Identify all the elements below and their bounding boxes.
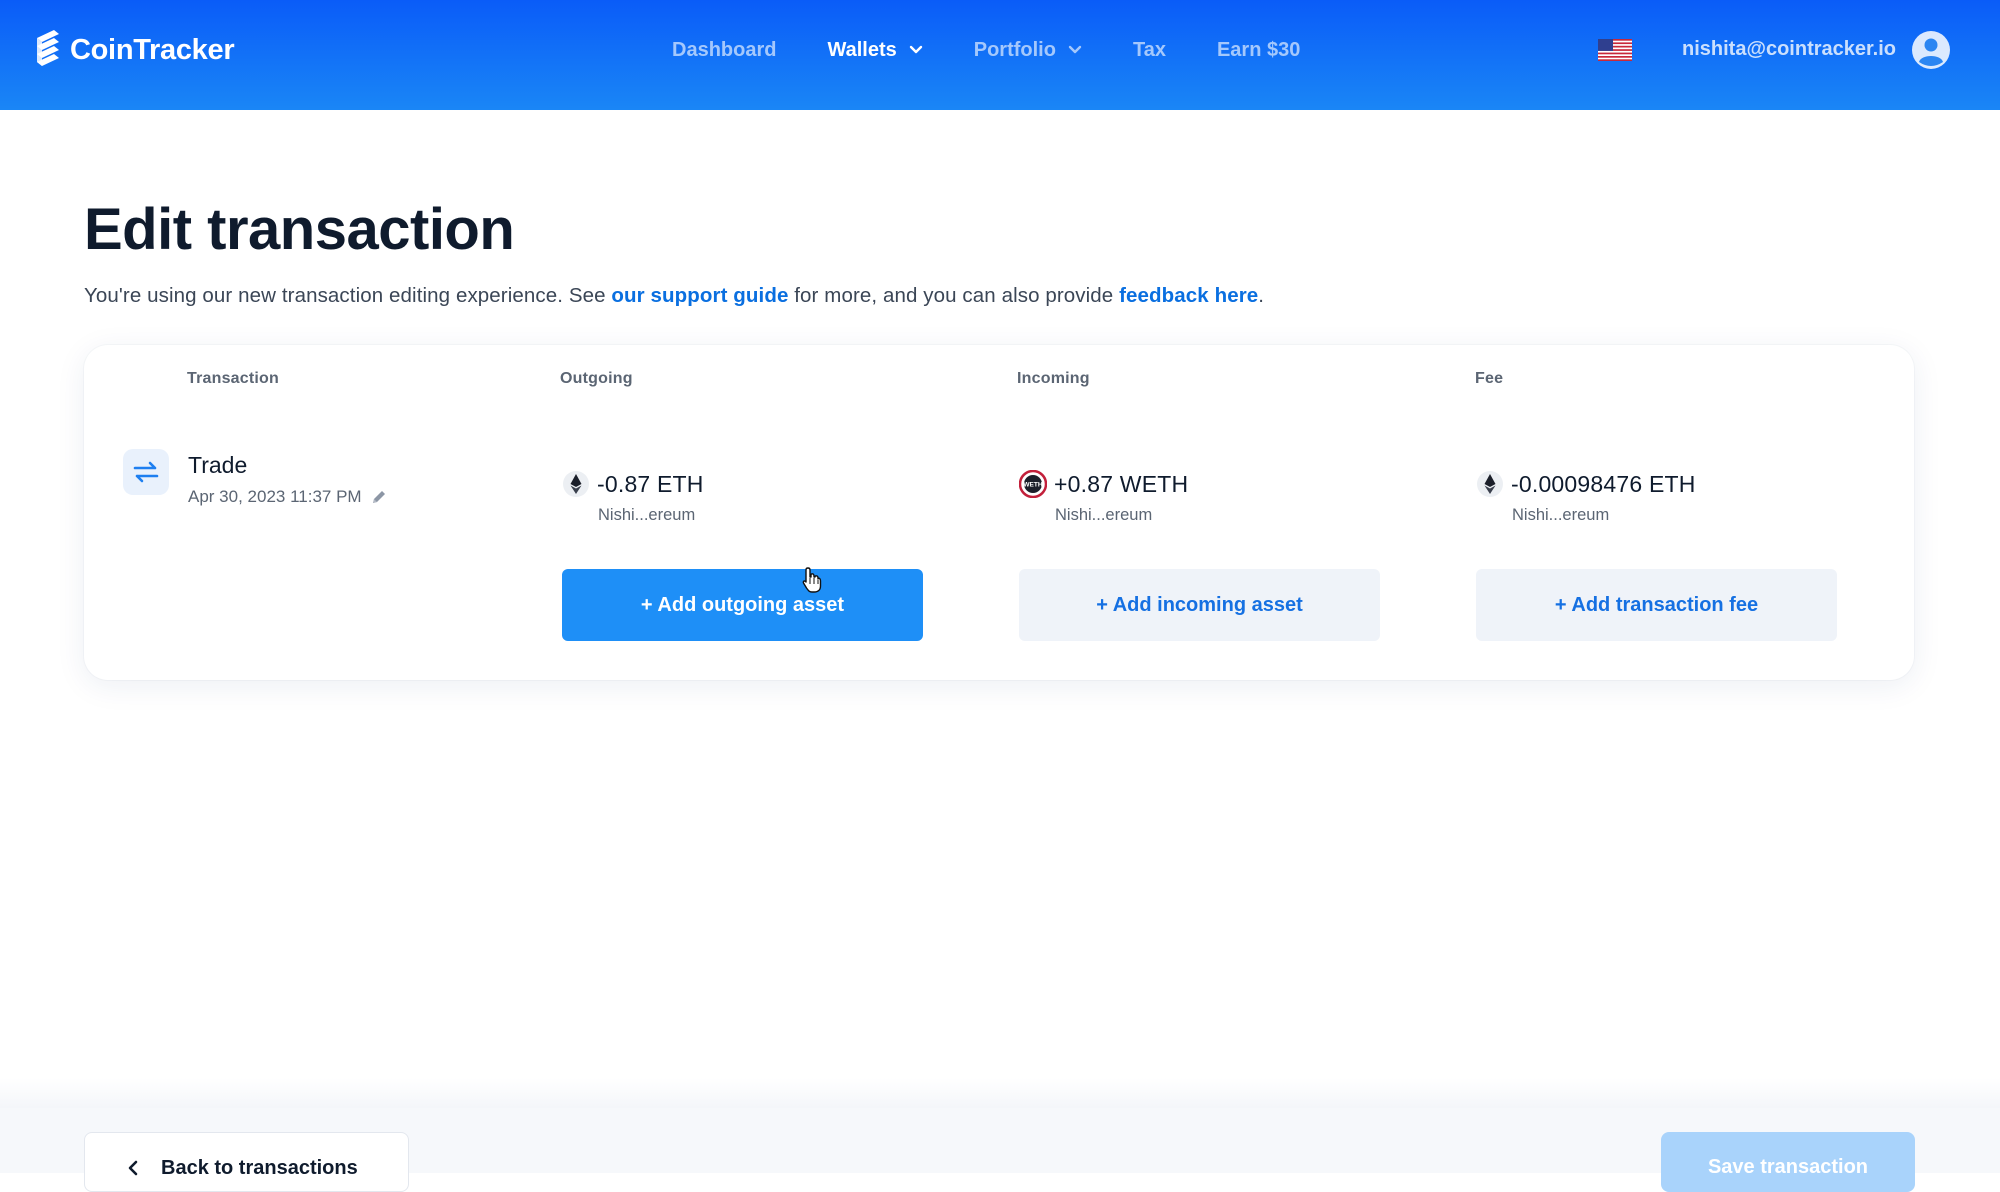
- nav-wallets-label: Wallets: [827, 38, 897, 61]
- chevron-down-icon: [909, 45, 922, 54]
- outgoing-wallet: Nishi...ereum: [598, 506, 696, 524]
- brand-name: CoinTracker: [70, 33, 235, 66]
- add-incoming-asset-button[interactable]: + Add incoming asset: [1019, 569, 1380, 641]
- us-flag-icon[interactable]: [1598, 39, 1632, 61]
- column-header-transaction: Transaction: [187, 370, 280, 387]
- page-title: Edit transaction: [84, 197, 515, 262]
- transaction-date-text: Apr 30, 2023 11:37 PM: [188, 487, 362, 506]
- fee-wallet: Nishi...ereum: [1512, 506, 1610, 524]
- incoming-asset[interactable]: WETH +0.87 WETH: [1019, 470, 1188, 498]
- top-nav-bar: CoinTracker Dashboard Wallets Portfolio …: [0, 0, 2000, 110]
- intro-middle: for more, and you can also provide: [788, 284, 1120, 307]
- transaction-datetime: Apr 30, 2023 11:37 PM: [188, 487, 388, 507]
- user-avatar-icon[interactable]: [1911, 30, 1951, 70]
- main-nav: Dashboard Wallets Portfolio Tax Earn $30: [672, 0, 1351, 100]
- nav-tax-label: Tax: [1132, 38, 1166, 61]
- eth-icon: [1477, 471, 1503, 497]
- pencil-icon[interactable]: [370, 488, 388, 506]
- nav-dashboard[interactable]: Dashboard: [672, 39, 776, 62]
- eth-icon: [563, 471, 589, 497]
- nav-portfolio[interactable]: Portfolio: [974, 39, 1082, 62]
- back-button-label: Back to transactions: [161, 1157, 358, 1179]
- nav-dashboard-label: Dashboard: [672, 38, 777, 61]
- intro-suffix: .: [1258, 284, 1265, 307]
- add-outgoing-asset-button[interactable]: + Add outgoing asset: [562, 569, 923, 641]
- hand-cursor-icon: [802, 567, 822, 593]
- fee-asset[interactable]: -0.00098476 ETH: [1476, 470, 1696, 498]
- fee-amount: -0.00098476 ETH: [1511, 470, 1696, 497]
- chevron-down-icon: [1068, 45, 1082, 54]
- footer-divider: [0, 1078, 2000, 1108]
- nav-earn-label: Earn $30: [1216, 38, 1301, 61]
- svg-text:WETH: WETH: [1023, 482, 1042, 489]
- incoming-wallet: Nishi...ereum: [1055, 506, 1153, 524]
- column-header-fee: Fee: [1475, 370, 1504, 387]
- column-header-incoming: Incoming: [1017, 370, 1090, 387]
- swap-arrows-glyph: [133, 461, 159, 483]
- user-email[interactable]: nishita@cointracker.io: [1682, 38, 1896, 61]
- chevron-left-icon: [128, 1160, 138, 1176]
- swap-arrows-icon: [123, 449, 169, 495]
- save-transaction-button[interactable]: Save transaction: [1661, 1132, 1915, 1192]
- brand-logo[interactable]: CoinTracker: [34, 28, 235, 72]
- feedback-link[interactable]: feedback here: [1119, 284, 1258, 307]
- cointracker-logo-icon: [37, 30, 59, 66]
- add-transaction-fee-button[interactable]: + Add transaction fee: [1476, 569, 1837, 641]
- support-guide-link[interactable]: our support guide: [611, 284, 788, 307]
- column-header-outgoing: Outgoing: [560, 370, 633, 387]
- outgoing-asset[interactable]: -0.87 ETH: [562, 470, 704, 498]
- outgoing-amount: -0.87 ETH: [597, 470, 704, 497]
- nav-wallets[interactable]: Wallets: [827, 39, 922, 62]
- transaction-type: Trade: [188, 452, 248, 478]
- back-to-transactions-button[interactable]: Back to transactions: [84, 1132, 409, 1192]
- weth-icon: WETH: [1019, 470, 1047, 498]
- nav-earn[interactable]: Earn $30: [1217, 39, 1300, 62]
- nav-tax[interactable]: Tax: [1133, 39, 1166, 62]
- nav-portfolio-label: Portfolio: [973, 38, 1056, 61]
- intro-text: You're using our new transaction editing…: [84, 284, 1264, 308]
- intro-prefix: You're using our new transaction editing…: [84, 284, 612, 307]
- incoming-amount: +0.87 WETH: [1054, 470, 1189, 497]
